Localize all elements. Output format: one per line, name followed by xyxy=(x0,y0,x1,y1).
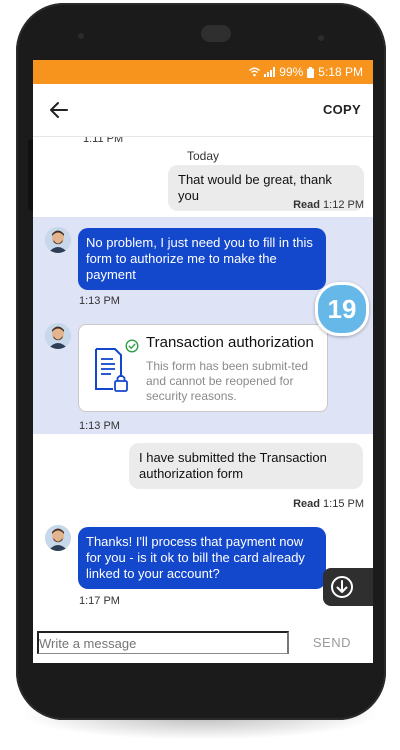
send-button[interactable]: SEND xyxy=(313,635,351,650)
status-bar: 99% 5:18 PM xyxy=(33,60,373,84)
message-time: 1:13 PM xyxy=(79,295,120,307)
agent-avatar-image xyxy=(45,525,71,551)
phone-screen: 99% 5:18 PM COPY 1:11 PM Today That woul… xyxy=(33,60,373,663)
phone-speaker xyxy=(201,25,231,42)
message-composer: SEND xyxy=(33,617,373,663)
status-time: 5:18 PM xyxy=(318,65,363,79)
check-circle-icon xyxy=(125,339,139,353)
form-card-body: This form has been submit-ted and cannot… xyxy=(146,359,309,403)
message-time: 1:17 PM xyxy=(79,595,120,607)
read-label: Read xyxy=(293,498,320,510)
read-label: Read xyxy=(293,199,320,211)
top-bar: COPY xyxy=(33,84,373,137)
arrow-down-circle-icon xyxy=(331,576,353,598)
message-input[interactable] xyxy=(37,631,289,654)
message-time: 1:12 PM xyxy=(323,199,364,211)
document-lock-icon xyxy=(95,348,128,392)
agent-avatar-image xyxy=(45,323,71,349)
agent-avatar xyxy=(45,227,71,253)
back-arrow-icon[interactable] xyxy=(47,98,71,122)
day-separator: Today xyxy=(186,149,220,163)
form-card-title: Transaction authorization xyxy=(146,334,314,351)
message-time: 1:15 PM xyxy=(323,498,364,510)
agent-avatar xyxy=(45,525,71,551)
agent-avatar-image xyxy=(45,227,71,253)
battery-icon xyxy=(307,66,315,78)
phone-sensor xyxy=(78,33,84,39)
message-read-status: Read 1:15 PM xyxy=(293,498,364,510)
phone-sensor xyxy=(318,35,324,41)
message-bubble-incoming: Thanks! I'll process that payment now fo… xyxy=(78,527,326,589)
copy-button[interactable]: COPY xyxy=(323,102,361,117)
chat-thread[interactable]: 1:11 PM Today That would be great, thank… xyxy=(33,137,373,617)
message-time: 1:13 PM xyxy=(79,420,120,432)
message-read-status: Read 1:12 PM xyxy=(293,199,364,211)
unread-count-badge[interactable]: 19 xyxy=(315,282,369,336)
scroll-to-bottom-button[interactable] xyxy=(323,568,373,606)
message-bubble-outgoing: I have submitted the Transaction authori… xyxy=(129,443,363,489)
message-bubble-incoming: No problem, I just need you to fill in t… xyxy=(78,228,326,290)
agent-avatar xyxy=(45,323,71,349)
battery-percentage: 99% xyxy=(279,65,304,79)
form-card[interactable]: Transaction authorization This form has … xyxy=(78,324,328,412)
signal-icon xyxy=(264,67,276,77)
message-time: 1:11 PM xyxy=(83,137,124,145)
wifi-icon xyxy=(249,67,261,77)
